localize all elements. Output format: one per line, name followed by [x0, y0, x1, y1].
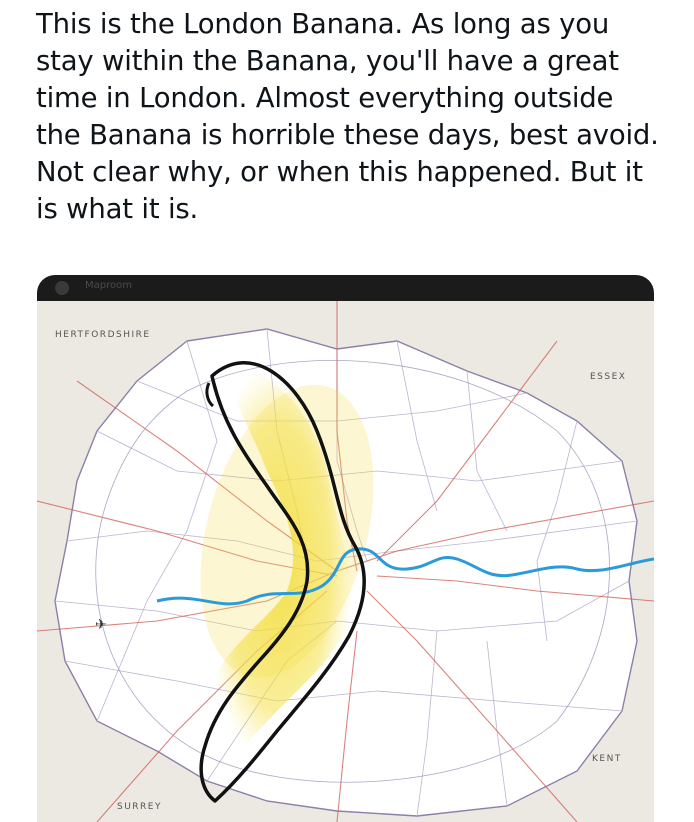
image-header-bar: Maproom	[37, 275, 654, 301]
airport-icon: ✈	[95, 617, 107, 633]
post-text: This is the London Banana. As long as yo…	[36, 8, 659, 225]
region-label-sw: SURREY	[117, 802, 162, 812]
london-map: ✈ HERTFORDSHIRE ESSEX KENT SURREY	[37, 301, 654, 822]
map-image[interactable]: Maproom ✈ HERTFORDSHIRE ESSEX KENT SURRE…	[37, 275, 654, 822]
region-label-nw: HERTFORDSHIRE	[55, 330, 151, 340]
watermark-label: Maproom	[85, 280, 132, 291]
region-label-ne: ESSEX	[590, 372, 626, 382]
region-label-se: KENT	[592, 754, 622, 764]
logo-icon	[55, 281, 69, 295]
